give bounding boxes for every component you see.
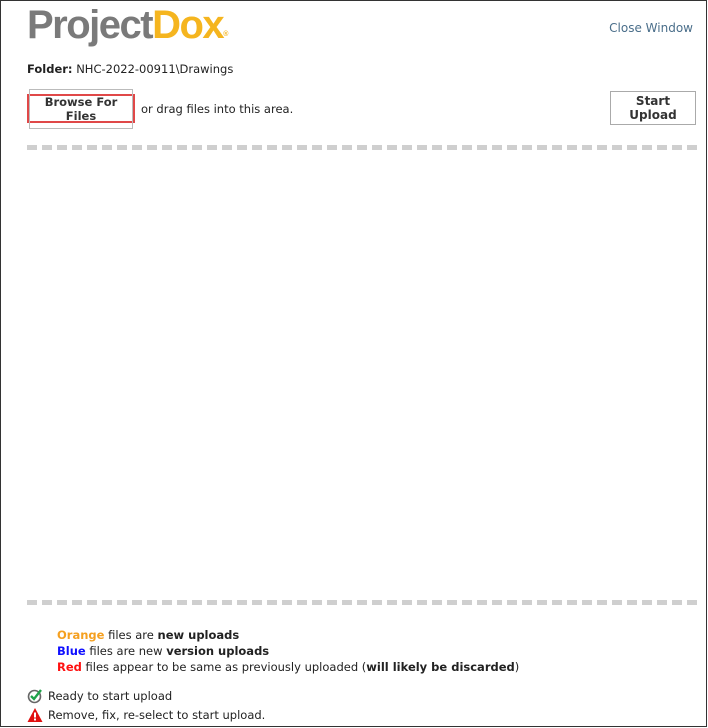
status-ready: Ready to start upload [27,688,172,704]
legend-orange: Orange files are new uploads [57,628,240,642]
file-drop-zone[interactable] [27,145,697,605]
browse-for-files-button[interactable]: Browse For Files [27,88,135,129]
projectdox-logo: ProjectDox® [27,3,228,47]
start-upload-button[interactable]: Start Upload [610,91,696,125]
upload-window: ProjectDox® Close Window Folder: NHC-202… [0,0,707,727]
legend-blue: Blue files are new version uploads [57,644,270,658]
folder-path: Folder: NHC-2022-00911\Drawings [27,62,234,76]
color-legend: Orange files are new uploads Blue files … [57,627,519,675]
legend-red: Red files appear to be same as previousl… [57,660,520,674]
status-error: Remove, fix, re-select to start upload. [27,707,265,723]
close-window-link[interactable]: Close Window [609,21,693,35]
drag-hint: or drag files into this area. [141,102,294,116]
check-circle-icon [27,689,42,704]
warning-triangle-icon [27,708,43,722]
